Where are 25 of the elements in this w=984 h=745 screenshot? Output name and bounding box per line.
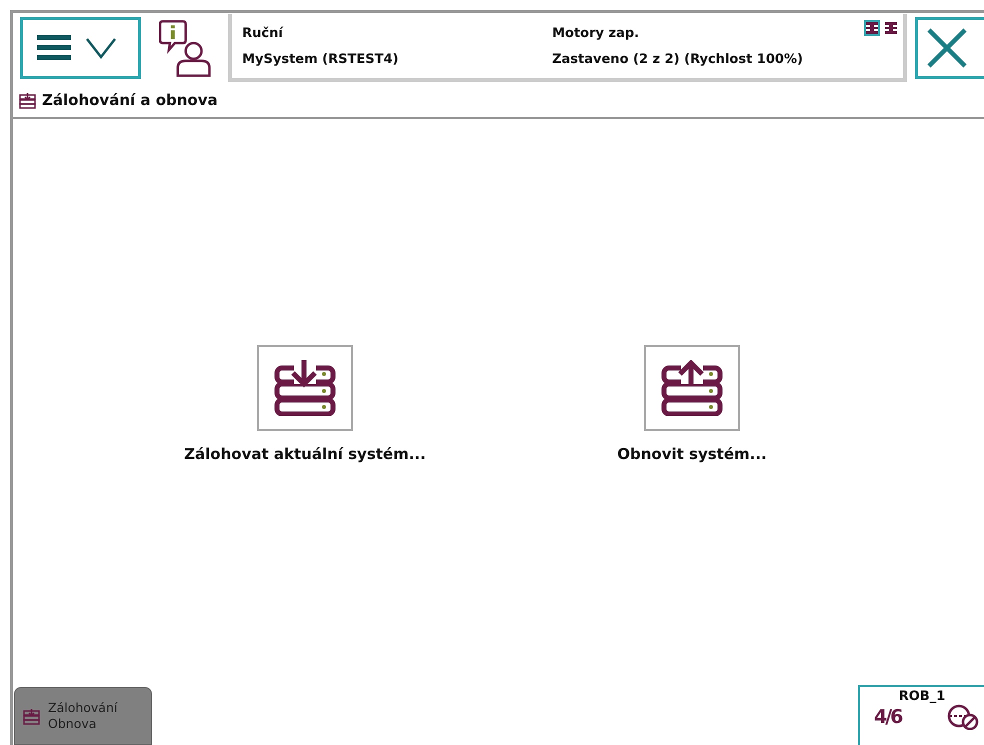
program-state: Zastaveno (2 z 2) (Rychlost 100%) <box>552 52 804 66</box>
axes-label: 4/6 <box>874 706 902 728</box>
menu-button[interactable] <box>20 17 141 79</box>
operating-mode: Ruční <box>242 26 284 40</box>
status-panel[interactable]: Ruční Motory zap. MySystem (RSTEST4) Zastaveno (2 z 2) (Rychlost 100%) <box>228 14 907 82</box>
backup-restore-icon <box>19 92 36 108</box>
backup-restore-icon <box>23 708 40 724</box>
restore-button[interactable] <box>644 345 740 431</box>
view-title: Zálohování a obnova <box>42 91 218 109</box>
motors-state: Motory zap. <box>552 26 640 40</box>
action-label: Obnovit systém... <box>617 445 767 463</box>
mechanical-unit-icon[interactable] <box>864 20 880 36</box>
mechanical-unit-label: ROB_1 <box>898 689 946 704</box>
server-download-icon <box>274 360 336 416</box>
close-button[interactable] <box>914 17 984 79</box>
event-log-icon[interactable] <box>158 18 212 78</box>
close-icon <box>926 27 968 69</box>
taskbar-item[interactable]: Zálohování Obnova <box>14 687 152 745</box>
quickset-button[interactable]: ROB_1 4/6 <box>858 685 984 745</box>
increment-off-icon <box>946 704 980 730</box>
system-name: MySystem (RSTEST4) <box>242 52 400 66</box>
server-upload-icon <box>661 360 723 416</box>
backup-button[interactable] <box>257 345 353 431</box>
mechanical-unit-icon[interactable] <box>882 20 899 36</box>
action-label: Zálohovat aktuální systém... <box>184 445 426 463</box>
